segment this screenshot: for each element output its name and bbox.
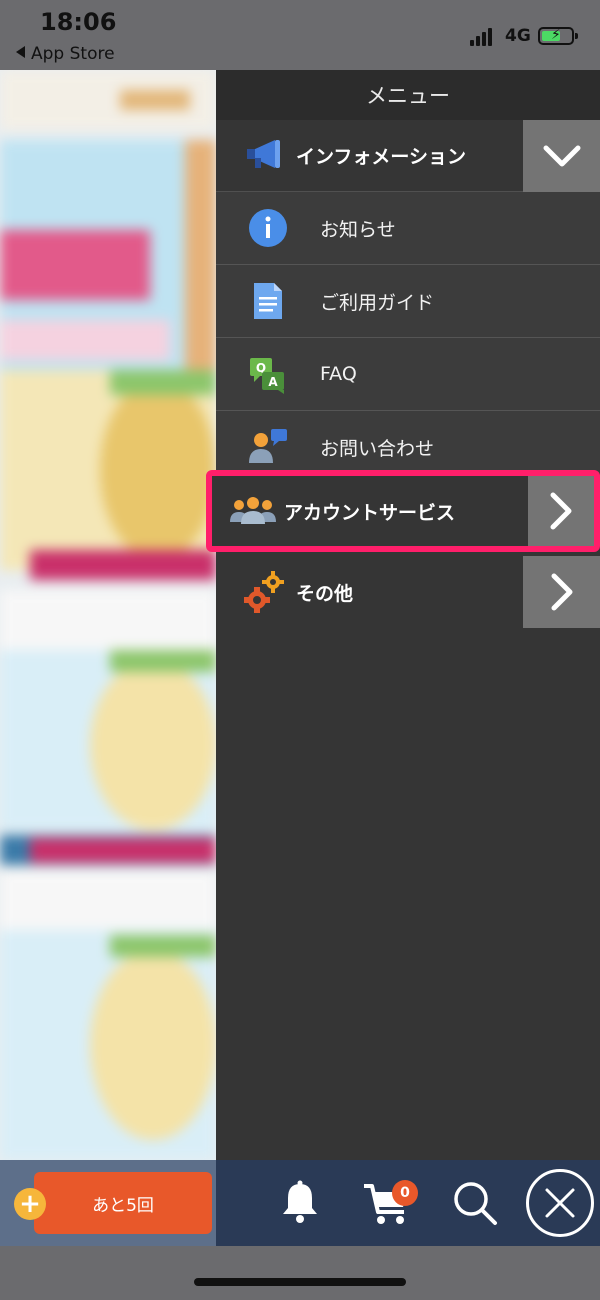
remaining-button[interactable]: あと5回 xyxy=(34,1172,212,1234)
section-account-service-label: アカウントサービス xyxy=(284,501,456,524)
menu-item-faq-label: FAQ xyxy=(320,363,357,385)
bell-icon[interactable] xyxy=(279,1180,321,1228)
section-information[interactable]: インフォメーション xyxy=(216,120,600,192)
megaphone-icon xyxy=(234,138,296,174)
contact-icon xyxy=(216,427,320,467)
network-type: 4G xyxy=(505,26,531,46)
gears-icon xyxy=(234,570,296,614)
home-indicator[interactable] xyxy=(194,1278,406,1286)
status-time: 18:06 xyxy=(40,8,117,36)
menu-item-guide[interactable]: ご利用ガイド xyxy=(216,265,600,338)
blurred-page-content xyxy=(0,70,216,1160)
menu-item-news[interactable]: お知らせ xyxy=(216,192,600,265)
section-other-label: その他 xyxy=(296,582,354,605)
close-menu-button[interactable] xyxy=(526,1169,594,1237)
signal-icon xyxy=(470,28,496,46)
faq-icon: Q A xyxy=(216,354,320,394)
menu-title: メニュー xyxy=(216,70,600,120)
chevron-right-icon[interactable] xyxy=(528,476,594,546)
home-area xyxy=(0,1246,600,1300)
search-icon[interactable] xyxy=(452,1180,498,1230)
bottom-bar: あと5回 + 0 xyxy=(0,1160,600,1246)
remaining-label: あと5回 xyxy=(92,1195,154,1216)
menu-item-guide-label: ご利用ガイド xyxy=(320,291,435,314)
plus-icon[interactable]: + xyxy=(14,1188,46,1220)
close-icon xyxy=(545,1188,575,1218)
chevron-down-icon[interactable] xyxy=(523,120,600,192)
battery-icon: ⚡ xyxy=(538,27,578,45)
side-menu: メニュー インフォメーション お知らせ ご利用ガイド Q A FAQ お問い合わ… xyxy=(206,70,600,1160)
menu-item-contact-label: お問い合わせ xyxy=(320,437,435,460)
document-icon xyxy=(216,281,320,321)
users-icon xyxy=(222,496,284,526)
section-information-label: インフォメーション xyxy=(296,146,467,168)
section-other[interactable]: その他 xyxy=(216,556,600,628)
cart-count-badge: 0 xyxy=(392,1180,418,1206)
status-bar: 18:06 App Store 4G ⚡ xyxy=(0,0,600,70)
bottom-left-area: あと5回 + xyxy=(0,1160,216,1246)
info-icon xyxy=(216,208,320,248)
back-label: App Store xyxy=(31,44,115,64)
back-arrow-icon xyxy=(16,46,25,58)
menu-item-faq[interactable]: Q A FAQ xyxy=(216,338,600,411)
back-to-app-store[interactable]: App Store xyxy=(16,44,115,64)
svg-text:A: A xyxy=(268,375,278,389)
chevron-right-icon[interactable] xyxy=(523,556,600,628)
menu-item-news-label: お知らせ xyxy=(320,218,396,241)
section-account-service[interactable]: アカウントサービス xyxy=(206,470,600,552)
